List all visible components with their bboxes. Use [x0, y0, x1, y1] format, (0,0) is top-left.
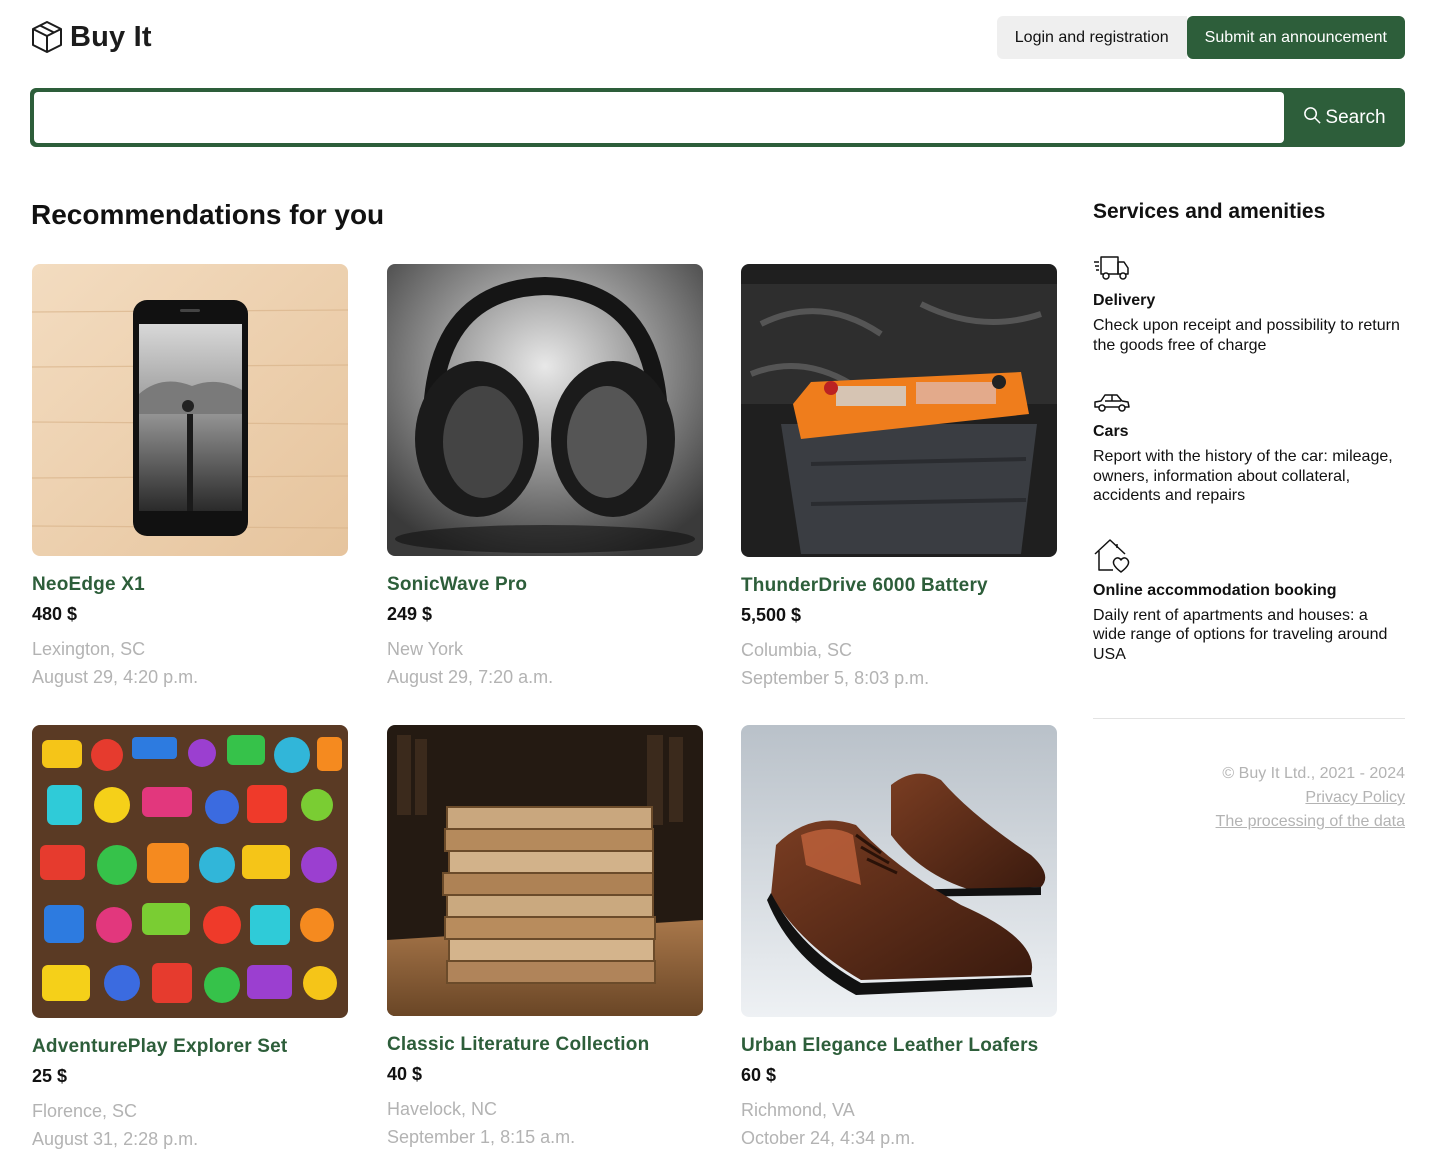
- product-date: September 1, 8:15 a.m.: [387, 1127, 576, 1147]
- product-location: Richmond, VA: [741, 1100, 855, 1120]
- house-heart-icon: [1094, 538, 1130, 573]
- service-description: Check upon receipt and possibility to re…: [1093, 317, 1400, 354]
- product-location: Havelock, NC: [387, 1099, 498, 1119]
- service-name: Online accommodation booking: [1093, 581, 1337, 599]
- header-buttons: Login and registration Submit an announc…: [996, 16, 1405, 59]
- box-icon: [32, 21, 62, 53]
- product-card[interactable]: NeoEdge X1 480 $ Lexington, SC August 29…: [32, 264, 349, 688]
- service-item[interactable]: Delivery Check upon receipt and possibil…: [1093, 254, 1405, 355]
- product-location: Lexington, SC: [32, 639, 146, 659]
- product-name[interactable]: ThunderDrive 6000 Battery: [741, 575, 1058, 597]
- product-price: 249 $: [387, 604, 433, 624]
- page: Buy It Login and registration Submit an …: [0, 0, 1455, 1172]
- data-processing-link[interactable]: The processing of the data: [1216, 810, 1405, 834]
- services-sidebar: Services and amenities Delivery Check up…: [1093, 200, 1405, 664]
- product-price: 60 $: [741, 1065, 777, 1085]
- footer: © Buy It Ltd., 2021 - 2024 Privacy Polic…: [1216, 762, 1405, 834]
- headphones-photo[interactable]: [387, 264, 703, 556]
- product-price: 40 $: [387, 1064, 423, 1084]
- books-photo[interactable]: [387, 725, 703, 1016]
- submit-announcement-button[interactable]: Submit an announcement: [1186, 16, 1405, 59]
- search-bar: Search: [30, 88, 1405, 147]
- product-location: Florence, SC: [32, 1101, 138, 1121]
- product-location: New York: [387, 639, 464, 659]
- product-price: 480 $: [32, 604, 78, 624]
- product-date: October 24, 4:34 p.m.: [741, 1128, 916, 1148]
- search-input[interactable]: [34, 92, 1284, 143]
- logo[interactable]: Buy It: [30, 20, 152, 54]
- product-date: August 29, 4:20 p.m.: [32, 667, 199, 687]
- product-name[interactable]: AdventurePlay Explorer Set: [32, 1036, 349, 1058]
- sidebar-divider: [1093, 718, 1405, 719]
- search-button-label: Search: [1325, 106, 1386, 128]
- brand-name: Buy It: [70, 20, 152, 53]
- car-battery-photo[interactable]: [741, 264, 1057, 557]
- search-button[interactable]: Search: [1284, 88, 1405, 147]
- product-location: Columbia, SC: [741, 640, 853, 660]
- delivery-truck-icon: [1094, 256, 1129, 280]
- service-description: Daily rent of apartments and houses: a w…: [1093, 606, 1388, 663]
- copyright: © Buy It Ltd., 2021 - 2024: [1222, 765, 1405, 782]
- product-card[interactable]: Classic Literature Collection 40 $ Havel…: [387, 725, 704, 1148]
- login-button[interactable]: Login and registration: [996, 16, 1187, 59]
- product-name[interactable]: NeoEdge X1: [32, 574, 349, 596]
- product-date: August 31, 2:28 p.m.: [32, 1129, 199, 1149]
- product-price: 25 $: [32, 1066, 68, 1086]
- product-price: 5,500 $: [741, 605, 802, 625]
- product-name[interactable]: SonicWave Pro: [387, 574, 704, 596]
- car-icon: [1094, 394, 1130, 412]
- search-icon: [1304, 107, 1322, 124]
- service-description: Report with the history of the car: mile…: [1093, 448, 1393, 504]
- service-item[interactable]: Cars Report with the history of the car:…: [1093, 391, 1405, 506]
- product-name[interactable]: Urban Elegance Leather Loafers: [741, 1035, 1058, 1057]
- smartphone-photo[interactable]: [32, 264, 348, 556]
- product-card[interactable]: SonicWave Pro 249 $ New York August 29, …: [387, 264, 704, 688]
- service-name: Cars: [1093, 423, 1129, 440]
- product-card[interactable]: AdventurePlay Explorer Set 25 $ Florence…: [32, 725, 349, 1150]
- service-name: Delivery: [1093, 292, 1156, 309]
- recommendations-title: Recommendations for you: [31, 199, 385, 230]
- toys-photo[interactable]: [32, 725, 348, 1018]
- product-date: September 5, 8:03 p.m.: [741, 668, 930, 688]
- privacy-policy-link[interactable]: Privacy Policy: [1216, 786, 1405, 810]
- service-item[interactable]: Online accommodation booking Daily rent …: [1093, 538, 1405, 665]
- product-card[interactable]: ThunderDrive 6000 Battery 5,500 $ Columb…: [741, 264, 1058, 689]
- header: Buy It Login and registration Submit an …: [30, 16, 1405, 60]
- services-title: Services and amenities: [1093, 200, 1326, 223]
- product-card[interactable]: Urban Elegance Leather Loafers 60 $ Rich…: [741, 725, 1058, 1149]
- product-name[interactable]: Classic Literature Collection: [387, 1034, 704, 1056]
- product-date: August 29, 7:20 a.m.: [387, 667, 554, 687]
- leather-shoes-photo[interactable]: [741, 725, 1057, 1017]
